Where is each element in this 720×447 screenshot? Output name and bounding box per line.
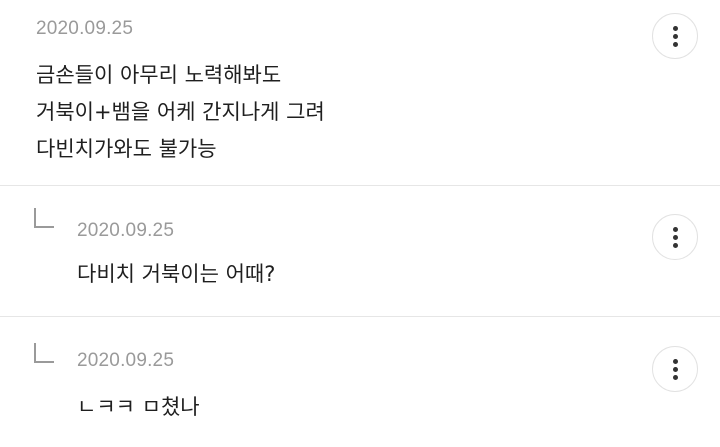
comment-date: 2020.09.25 — [77, 350, 175, 371]
more-vertical-icon — [673, 26, 678, 47]
comment-text: ㄴㅋㅋ ㅁ쳤나 — [77, 389, 200, 426]
reply-item: 2020.09.25 ㄴㅋㅋ ㅁ쳤나 — [0, 317, 720, 447]
more-options-button[interactable] — [652, 346, 698, 392]
comment-line: 다비치 거북이는 어때? — [77, 262, 276, 286]
more-options-button[interactable] — [652, 13, 698, 59]
reply-arrow-icon — [34, 343, 54, 363]
comment-date: 2020.09.25 — [77, 220, 175, 241]
more-vertical-icon — [673, 359, 678, 380]
reply-arrow-icon — [34, 208, 54, 228]
comment-date: 2020.09.25 — [36, 18, 134, 39]
reply-item: 2020.09.25 다비치 거북이는 어때? — [0, 186, 720, 317]
more-vertical-icon — [673, 227, 678, 248]
more-options-button[interactable] — [652, 214, 698, 260]
comment-line: 다빈치가와도 불가능 — [36, 137, 217, 161]
comment-line: 금손들이 아무리 노력해봐도 — [36, 63, 282, 87]
comment-line: ㄴㅋㅋ ㅁ쳤나 — [77, 395, 200, 419]
comment-item: 2020.09.25 금손들이 아무리 노력해봐도 거북이+뱀을 어케 간지나게… — [0, 0, 720, 186]
comment-line: 거북이+뱀을 어케 간지나게 그려 — [36, 100, 325, 124]
comment-text: 금손들이 아무리 노력해봐도 거북이+뱀을 어케 간지나게 그려 다빈치가와도 … — [36, 57, 325, 168]
comment-text: 다비치 거북이는 어때? — [77, 256, 275, 293]
